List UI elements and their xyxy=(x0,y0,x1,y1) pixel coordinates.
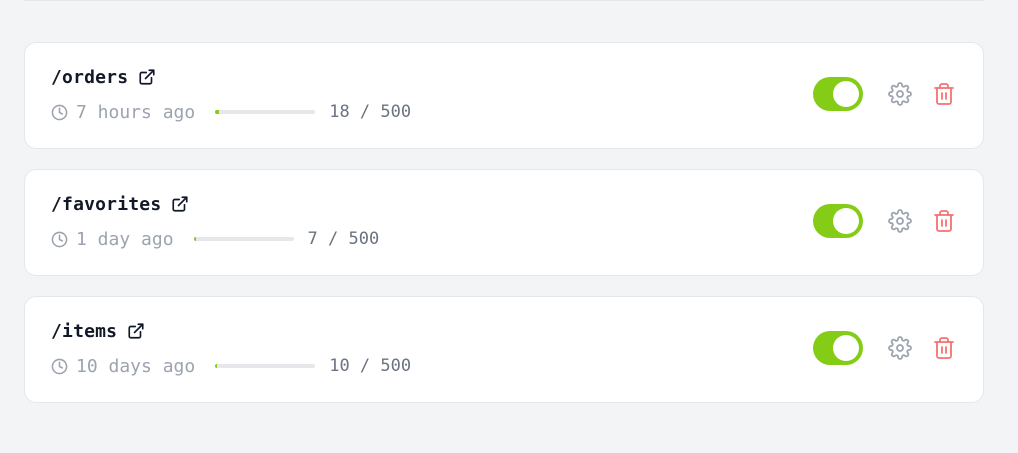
endpoint-controls xyxy=(813,331,957,365)
endpoint-info: /items 10 days ago 10 / 500 xyxy=(51,320,411,377)
usage-progress-bar xyxy=(215,364,316,368)
endpoint-enabled-toggle[interactable] xyxy=(813,331,863,365)
external-link-icon[interactable] xyxy=(127,322,145,340)
clock-icon xyxy=(51,231,68,248)
usage-count: 10 / 500 xyxy=(329,356,412,376)
endpoint-path: /items xyxy=(51,320,118,342)
endpoint-title-row: /items xyxy=(51,320,411,342)
endpoint-enabled-toggle[interactable] xyxy=(813,204,863,238)
endpoint-info: /orders 7 hours ago 18 / 500 xyxy=(51,66,411,123)
endpoint-card: /favorites 1 day ago 7 / 500 xyxy=(24,169,984,276)
endpoint-info: /favorites 1 day ago 7 / 500 xyxy=(51,193,379,250)
external-link-icon[interactable] xyxy=(138,68,156,86)
endpoint-meta-row: 7 hours ago 18 / 500 xyxy=(51,101,411,123)
trash-icon[interactable] xyxy=(931,335,957,361)
toggle-knob xyxy=(833,81,859,107)
usage-progress-bar xyxy=(215,110,316,114)
usage-progress-fill xyxy=(215,364,218,368)
endpoint-path: /favorites xyxy=(51,193,162,215)
endpoint-controls xyxy=(813,204,957,238)
gear-icon[interactable] xyxy=(887,81,913,107)
endpoint-card: /orders 7 hours ago 18 / 500 xyxy=(24,42,984,149)
toggle-knob xyxy=(833,335,859,361)
usage-count: 18 / 500 xyxy=(329,102,412,122)
trash-icon[interactable] xyxy=(931,208,957,234)
endpoint-card: /items 10 days ago 10 / 500 xyxy=(24,296,984,403)
endpoint-enabled-toggle[interactable] xyxy=(813,77,863,111)
last-seen-text: 7 hours ago xyxy=(76,101,196,123)
external-link-icon[interactable] xyxy=(171,195,189,213)
usage-progress-bar xyxy=(193,237,294,241)
last-seen-text: 1 day ago xyxy=(76,228,174,250)
toggle-knob xyxy=(833,208,859,234)
endpoint-list: /orders 7 hours ago 18 / 500 /favorites … xyxy=(24,42,984,423)
usage-progress-fill xyxy=(215,110,219,114)
usage-count: 7 / 500 xyxy=(307,229,380,249)
endpoint-path: /orders xyxy=(51,66,129,88)
endpoint-meta-row: 10 days ago 10 / 500 xyxy=(51,355,411,377)
gear-icon[interactable] xyxy=(887,208,913,234)
last-seen-text: 10 days ago xyxy=(76,355,196,377)
top-divider xyxy=(24,0,984,1)
trash-icon[interactable] xyxy=(931,81,957,107)
endpoint-title-row: /orders xyxy=(51,66,411,88)
gear-icon[interactable] xyxy=(887,335,913,361)
clock-icon xyxy=(51,358,68,375)
clock-icon xyxy=(51,104,68,121)
endpoint-meta-row: 1 day ago 7 / 500 xyxy=(51,228,379,250)
endpoint-controls xyxy=(813,77,957,111)
endpoint-title-row: /favorites xyxy=(51,193,379,215)
usage-progress-fill xyxy=(193,237,196,241)
